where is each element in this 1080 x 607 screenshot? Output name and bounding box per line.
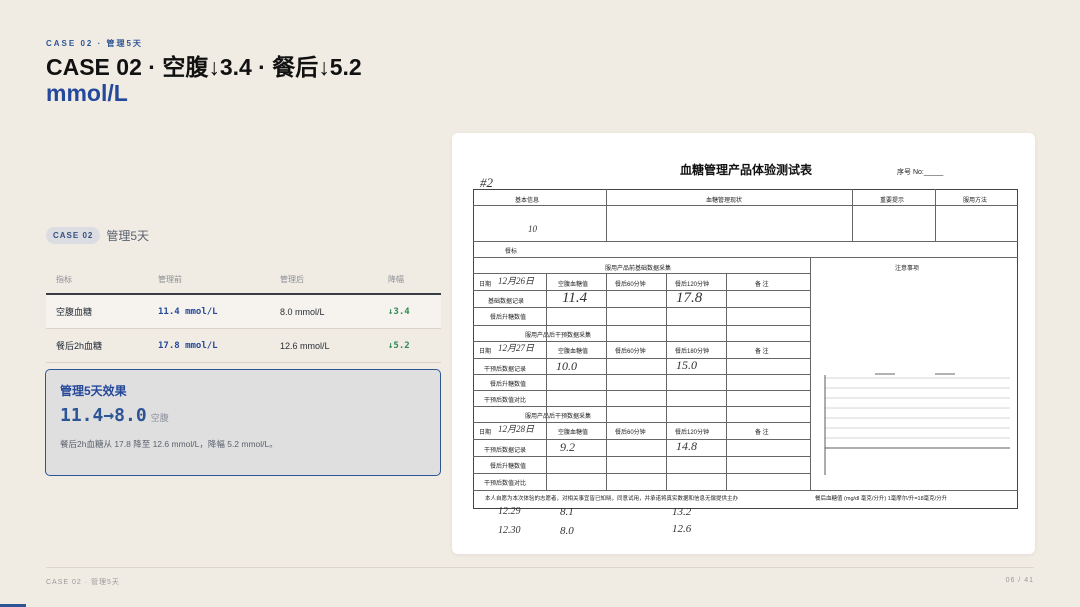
section-collect1: 服用产品后干预数据采集 [525, 333, 592, 339]
table-row: 餐后2h血糖 17.8 mmol/L 12.6 mmol/L ↓5.2 [46, 328, 441, 363]
intervene-label-2: 干预后数据记录 [484, 367, 527, 373]
effect-value: 11.4→8.0 [60, 405, 147, 426]
rise-label-2: 餐后升糖数值 [490, 382, 527, 388]
date-label-1: 日期 [479, 282, 492, 288]
hw-row1-post: 17.8 [676, 290, 703, 306]
effect-sub: 空腹 [150, 413, 169, 423]
metrics-table: 指标 管理前 管理后 降幅 空腹血糖 11.4 mmol/L 8.0 mmol/… [46, 266, 441, 363]
fasting-label-2: 空腹血糖值 [558, 349, 589, 355]
post120-label-3: 餐后120分钟 [675, 430, 710, 436]
footer-divider [46, 567, 1034, 568]
remark-label-2: 备 注 [755, 349, 769, 355]
row-metric: 空腹血糖 [46, 294, 148, 329]
date-label-3: 日期 [479, 430, 492, 436]
post60-label-2: 餐后60分钟 [615, 349, 646, 355]
post60-label-3: 餐后60分钟 [615, 430, 646, 436]
date-3: 12月28日 [498, 424, 535, 434]
page-indicator: 06 / 41 [1005, 577, 1034, 584]
case-badge: CASE 02 [46, 227, 101, 244]
rise-label-1: 餐后升糖数值 [490, 315, 527, 321]
row-drop: ↓3.4 [378, 294, 441, 329]
promise-text: 本人自愿为本次体验的志愿者，对相关事宜皆已知晓，同意试用，并承诺将真实数据和信息… [485, 496, 739, 502]
row-before: 11.4 mmol/L [148, 294, 270, 329]
form-title: 血糖管理产品体验测试表 [680, 163, 813, 177]
base-record-label: 基础数据记录 [488, 299, 525, 305]
section-basic: 基本信息 [515, 198, 540, 204]
hw-row3-post: 14.8 [676, 439, 697, 453]
table-header: 指标 管理前 管理后 降幅 [46, 266, 441, 295]
fasting-label-3: 空腹血糖值 [558, 430, 589, 436]
hw-extra-date-2: 12.30 [498, 525, 521, 536]
hw-extra-post-2: 12.6 [672, 523, 692, 535]
hw-row1-fasting: 11.4 [562, 290, 588, 306]
section-status: 血糖管理现状 [706, 198, 743, 204]
section-baseline: 服用产品前基础数据采集 [605, 266, 672, 272]
breakfast-label: 餐标 [505, 249, 518, 255]
remark-label-3: 备 注 [755, 430, 769, 436]
case-badge-text: 管理5天 [106, 229, 150, 243]
title-unit: mmol/L [46, 80, 128, 106]
effect-big-value: 11.4→8.0 空腹 [60, 405, 426, 426]
hw-row2-post: 15.0 [676, 358, 697, 372]
row-metric: 餐后2h血糖 [46, 328, 148, 363]
section-collect2: 服用产品后干预数据采集 [525, 414, 592, 420]
effect-heading: 管理5天效果 [60, 384, 127, 398]
row-after: 12.6 mmol/L [270, 328, 378, 363]
col-metric: 指标 [46, 266, 148, 295]
post60-label-1: 餐后60分钟 [615, 282, 646, 288]
date-label-2: 日期 [479, 349, 492, 355]
col-before: 管理前 [148, 266, 270, 295]
fasting-label-1: 空腹血糖值 [558, 282, 589, 288]
case-badge-row: CASE 02 管理5天 [46, 227, 149, 244]
post180-label-2: 餐后180分钟 [675, 349, 710, 355]
hw-extra-fasting-1: 8.1 [560, 506, 574, 518]
hw-extra-post-1: 13.2 [672, 506, 692, 518]
footer-left: CASE 02 · 管理5天 [46, 579, 120, 586]
section-notes: 注意事项 [895, 266, 920, 272]
effect-desc: 餐后2h血糖从 17.8 降至 12.6 mmol/L，降幅 5.2 mmol/… [60, 439, 278, 449]
row-before: 17.8 mmol/L [148, 328, 270, 363]
unit-note: 餐后血糖值 (mg/dl 毫克/分升) 1毫摩尔/升=18毫克/分升 [815, 496, 948, 502]
compare-label-3: 干预后数值对比 [484, 481, 527, 487]
form-graph [824, 373, 1010, 475]
hw-extra-date-1: 12.29 [498, 506, 521, 517]
row-after: 8.0 mmol/L [270, 294, 378, 329]
post120-label-1: 餐后120分钟 [675, 282, 710, 288]
table-row: 空腹血糖 11.4 mmol/L 8.0 mmol/L ↓3.4 [46, 294, 441, 329]
col-after: 管理后 [270, 266, 378, 295]
form-years: 10 [528, 224, 537, 234]
effect-card: 管理5天效果 11.4→8.0 空腹 餐后2h血糖从 17.8 降至 12.6 m… [45, 369, 441, 476]
hw-extra-fasting-2: 8.0 [560, 525, 574, 537]
title-main: CASE 02 · 空腹↓3.4 · 餐后↓5.2 [46, 54, 362, 80]
hw-row2-fasting: 10.0 [556, 359, 577, 373]
page-title: CASE 02 · 空腹↓3.4 · 餐后↓5.2 mmol/L [46, 54, 466, 106]
date-1: 12月26日 [498, 276, 535, 286]
hw-row3-fasting: 9.2 [560, 440, 575, 454]
rise-label-3: 餐后升糖数值 [490, 464, 527, 470]
form-serial: 序号 No:_____ [897, 169, 944, 176]
compare-label-2: 干预后数值对比 [484, 398, 527, 404]
eyebrow: CASE 02 · 管理5天 [46, 39, 143, 48]
intervene-label-3: 干预后数据记录 [484, 448, 527, 454]
date-2: 12月27日 [498, 343, 535, 353]
col-drop: 降幅 [378, 266, 441, 295]
remark-label-1: 备 注 [755, 282, 769, 288]
section-method: 服用方法 [963, 198, 988, 204]
section-tips: 重要提示 [880, 198, 905, 204]
row-drop: ↓5.2 [378, 328, 441, 363]
